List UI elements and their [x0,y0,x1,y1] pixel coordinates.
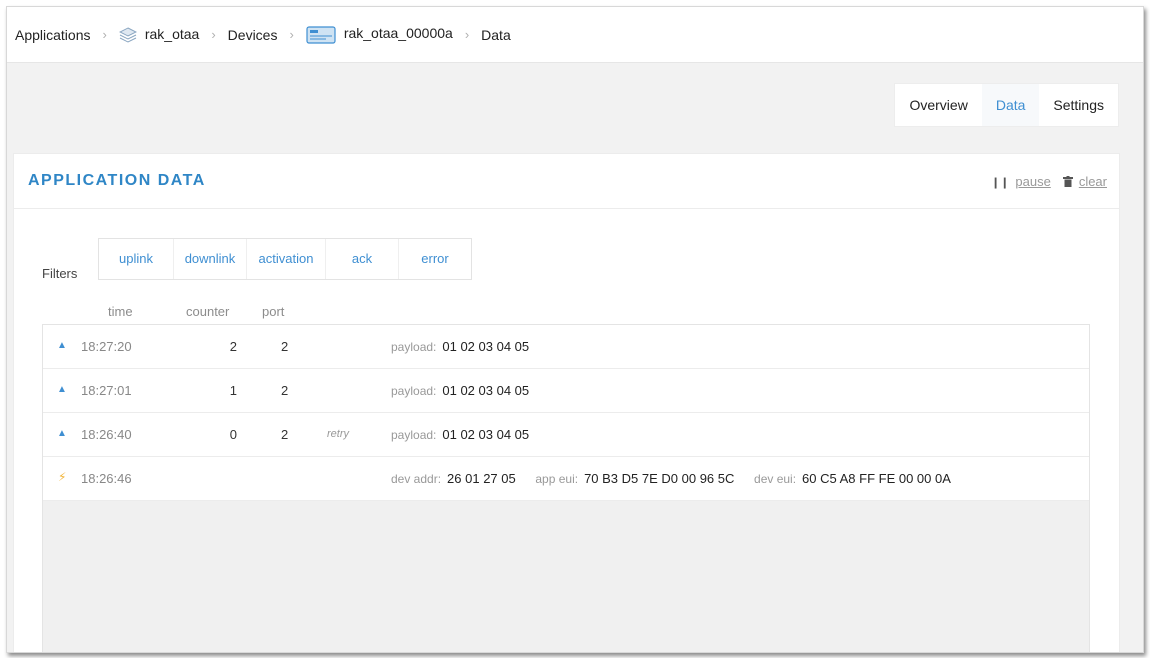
tab-overview[interactable]: Overview [895,84,981,126]
breadcrumb-devices[interactable]: Devices [228,27,278,43]
application-data-panel: APPLICATION DATA ❙❙ pause clear Filters u… [13,153,1120,652]
app-eui-value: 70 B3 D5 7E D0 00 96 5C [584,471,735,486]
row-time: 18:26:46 [81,471,132,486]
panel-header: APPLICATION DATA ❙❙ pause clear [14,154,1119,209]
row-counter: 2 [229,339,237,354]
pause-icon: ❙❙ [990,177,1010,189]
uplink-arrow-icon: ▲ [57,384,67,395]
table-row[interactable]: ▲ 18:26:40 0 2 retry payload: 01 02 03 04… [43,413,1089,457]
row-port: 2 [281,339,289,354]
filters-label: Filters [42,266,78,281]
data-table: ▲ 18:27:20 2 2 payload: 01 02 03 04 05 ▲ … [42,324,1090,652]
uplink-arrow-icon: ▲ [57,340,67,351]
trash-icon [1062,176,1073,187]
column-header-counter: counter [186,304,230,319]
panel-actions: ❙❙ pause clear [991,174,1107,189]
tab-data[interactable]: Data [981,84,1040,126]
dev-addr-label: dev addr: [391,472,442,486]
stack-icon [118,27,137,43]
row-payload: payload: 01 02 03 04 05 [391,383,545,398]
breadcrumb-device-label: rak_otaa_00000a [343,25,453,42]
clear-button[interactable]: clear [1062,174,1107,189]
row-retry: retry [327,428,349,440]
breadcrumb-separator: › [289,27,294,42]
breadcrumb-separator: › [211,27,216,42]
dev-addr-value: 26 01 27 05 [447,471,516,486]
row-time: 18:27:01 [81,383,132,398]
pause-button[interactable]: ❙❙ pause [991,174,1051,189]
breadcrumb-separator: › [102,27,107,42]
device-icon [306,26,336,44]
dev-eui-label: dev eui: [754,472,797,486]
filter-error[interactable]: error [399,239,471,279]
filter-activation[interactable]: activation [247,239,326,279]
filter-group: uplink downlink activation ack error [98,238,472,280]
filter-ack[interactable]: ack [326,239,399,279]
row-payload: payload: 01 02 03 04 05 [391,339,545,354]
pause-label: pause [1015,174,1051,189]
filter-uplink[interactable]: uplink [99,239,174,279]
app-window: Applications › rak_otaa › Devices › rak_… [6,6,1144,653]
payload-value: 01 02 03 04 05 [442,427,530,442]
lightning-icon: ⚡ [58,470,67,484]
row-port: 2 [281,427,289,442]
row-time: 18:26:40 [81,427,132,442]
panel-title: APPLICATION DATA [28,172,206,189]
device-tabs: Overview Data Settings [894,83,1119,127]
breadcrumb-current: Data [481,26,511,43]
breadcrumb-separator: › [464,27,470,42]
filter-downlink[interactable]: downlink [174,239,247,279]
row-payload: payload: 01 02 03 04 05 [391,427,545,442]
dev-eui-value: 60 C5 A8 FF FE 00 00 0A [802,471,951,486]
row-port: 2 [281,383,289,398]
row-counter: 0 [229,427,237,442]
row-time: 18:27:20 [81,339,132,354]
activation-details: dev addr: 26 01 27 05 app eui: 70 B3 D5 7E… [391,471,967,486]
payload-value: 01 02 03 04 05 [442,383,530,398]
row-counter: 1 [229,383,237,398]
breadcrumb: Applications › rak_otaa › Devices › rak_… [7,7,1143,63]
breadcrumb-applications[interactable]: Applications [15,27,91,43]
tab-settings[interactable]: Settings [1039,84,1118,126]
payload-label: payload: [391,340,437,354]
table-row[interactable]: ▲ 18:27:20 2 2 payload: 01 02 03 04 05 [43,325,1089,369]
column-header-port: port [262,304,285,319]
payload-value: 01 02 03 04 05 [442,339,530,354]
column-header-time: time [108,304,133,319]
app-eui-label: app eui: [535,472,579,486]
table-row[interactable]: ▲ 18:27:01 1 2 payload: 01 02 03 04 05 [43,369,1089,413]
breadcrumb-app[interactable]: rak_otaa [118,25,200,43]
payload-label: payload: [391,428,437,442]
breadcrumb-device[interactable]: rak_otaa_00000a [306,25,453,44]
uplink-arrow-icon: ▲ [57,428,67,439]
breadcrumb-app-label: rak_otaa [144,25,200,42]
table-row-activation[interactable]: ⚡ 18:26:46 dev addr: 26 01 27 05 app eui:… [43,457,1089,501]
clear-label: clear [1078,174,1107,189]
payload-label: payload: [391,384,437,398]
